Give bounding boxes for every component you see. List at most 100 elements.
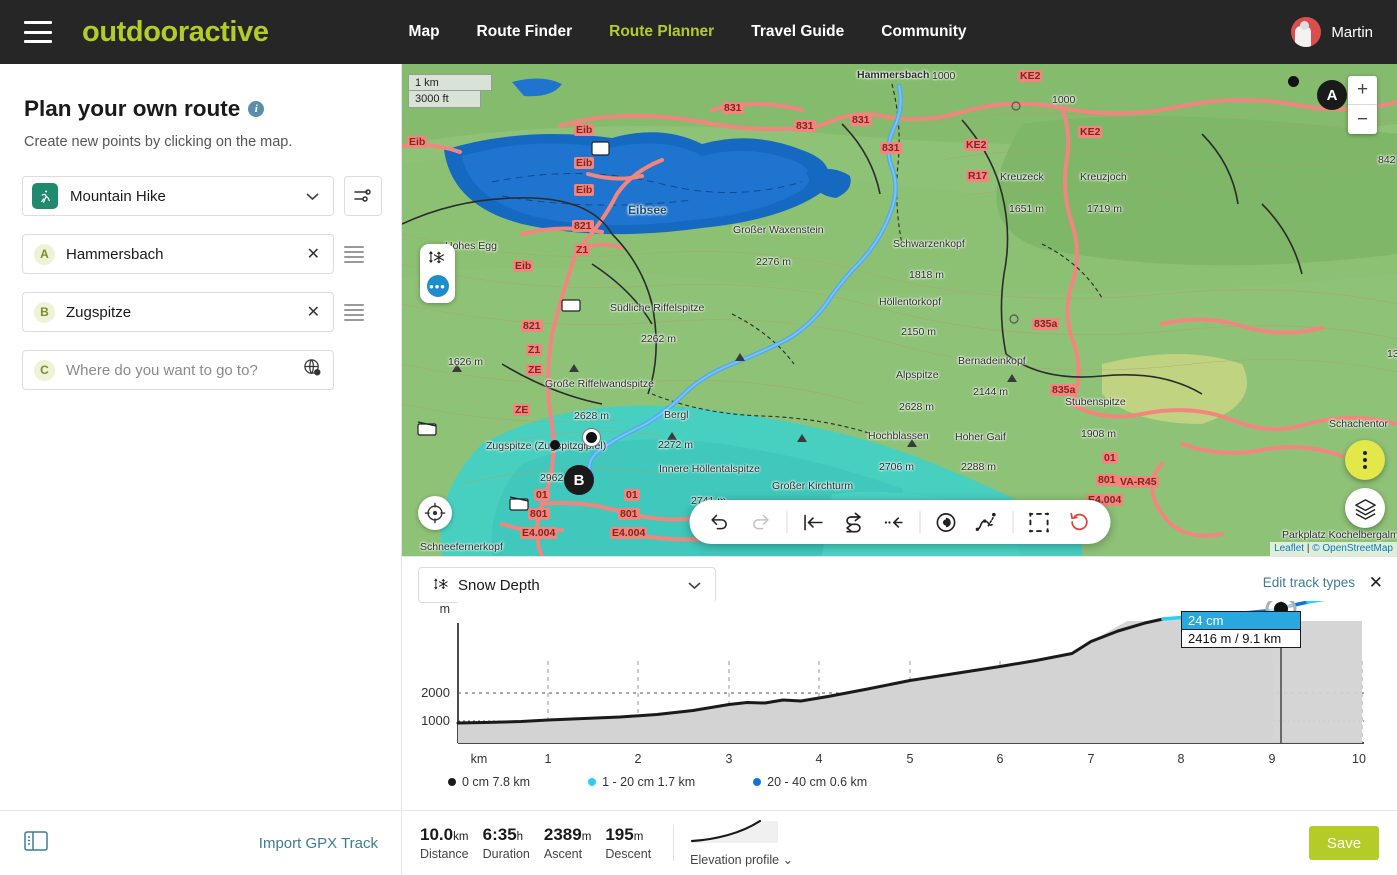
route-sidebar: Plan your own route i Create new points …: [0, 64, 402, 875]
stat-distance: 10.0km Distance: [420, 825, 483, 861]
hiker-icon: [32, 183, 58, 209]
map-label-grosse-riffelwandspitze: Große Riffelwandspitze: [545, 378, 654, 390]
svg-text:4: 4: [816, 752, 823, 766]
nav-item-route-planner[interactable]: Route Planner: [609, 23, 714, 41]
clear-waypoint-a-icon[interactable]: ✕: [307, 244, 320, 264]
hamburger-icon[interactable]: [24, 21, 52, 43]
zoom-in-button[interactable]: +: [1348, 76, 1377, 105]
waypoint-input-b[interactable]: B Zugspitze ✕: [22, 292, 334, 332]
more-options-icon[interactable]: [1345, 440, 1385, 480]
map-road-label-ke2b: KE2: [1078, 126, 1103, 138]
chevron-down-icon: ⌄: [782, 853, 794, 867]
nav-item-community[interactable]: Community: [881, 23, 966, 41]
reverse-route-icon[interactable]: [834, 503, 872, 541]
map-road-label-831a: 831: [722, 102, 744, 114]
user-menu[interactable]: Martin: [1291, 17, 1373, 47]
map-label-schwarzenkopf: Schwarzenkopf: [893, 238, 965, 250]
svg-text:km: km: [471, 752, 488, 766]
nav-item-travel-guide[interactable]: Travel Guide: [751, 23, 844, 41]
map-label-bergl: Bergl: [664, 409, 689, 421]
locate-icon[interactable]: [418, 496, 452, 530]
map-label-hammersbach: Hammersbach: [857, 69, 930, 81]
reset-icon[interactable]: [1060, 503, 1098, 541]
pick-on-map-icon[interactable]: [303, 358, 322, 382]
map-label-bergl-elev2: 2628 m: [899, 401, 935, 413]
scale-metric: 1 km: [408, 74, 492, 91]
map-label-riffelspitze-elev: 2262 m: [641, 333, 677, 345]
map-marker-b[interactable]: B: [564, 465, 594, 495]
map-road-label-eib-2: Eib: [574, 124, 595, 136]
route-summary-bar: 10.0km Distance 6:35h Duration 2389m Asc…: [402, 810, 1397, 875]
sliders-icon[interactable]: [344, 176, 382, 216]
chevron-down-icon: [688, 578, 701, 593]
waypoint-row-a: A Hammersbach ✕: [22, 216, 401, 274]
drag-handle-c-icon: [344, 350, 364, 390]
toolbar-divider-2: [919, 511, 920, 533]
legend-item-20-40cm: 20 - 40 cm 0.6 km: [753, 775, 867, 789]
map-label-hoellentorkopf: Höllentorkopf: [879, 296, 941, 308]
sidebar-footer: Import GPX Track: [0, 810, 402, 875]
stat-duration-value: 6:35: [482, 825, 517, 844]
map-label-hoher-gaif-elev: 2288 m: [961, 461, 997, 473]
brand-logo[interactable]: outdooractive: [82, 16, 269, 49]
waypoint-badge-c: C: [34, 359, 55, 381]
map-label-kreuzjoch-elev: 1719 m: [1087, 203, 1123, 215]
drag-handle-b-icon[interactable]: [344, 292, 364, 332]
page-title-text: Plan your own route: [24, 96, 241, 121]
nav-item-map[interactable]: Map: [409, 23, 440, 41]
import-gpx-link[interactable]: Import GPX Track: [259, 835, 378, 852]
map-label-waxenstein-elev: 2276 m: [756, 256, 792, 268]
panel-toggle-icon[interactable]: [24, 830, 48, 856]
redo-icon[interactable]: [741, 503, 779, 541]
track-type-select[interactable]: Snow Depth: [418, 567, 716, 603]
clear-waypoint-b-icon[interactable]: ✕: [307, 302, 320, 322]
map-label-grosser-waxenstein: Großer Waxenstein: [733, 224, 824, 236]
map-road-label-801: 801: [1096, 474, 1118, 486]
map-zoom-controls: + −: [1348, 76, 1377, 134]
edit-track-types-link[interactable]: Edit track types: [1263, 575, 1355, 590]
map-marker-a[interactable]: A: [1317, 80, 1347, 110]
undo-icon[interactable]: [701, 503, 739, 541]
zoom-out-button[interactable]: −: [1348, 105, 1377, 134]
map-label-bergl-elev: 2272 m: [658, 439, 694, 451]
map-waypoint-dot[interactable]: [583, 429, 600, 446]
preview-icon[interactable]: [927, 503, 965, 541]
move-start-icon[interactable]: [794, 503, 832, 541]
osm-link[interactable]: © OpenStreetMap: [1312, 543, 1393, 554]
save-button[interactable]: Save: [1309, 826, 1379, 860]
map-attribution: Leaflet | © OpenStreetMap: [1270, 542, 1397, 556]
waypoint-input-c[interactable]: C Where do you want to go to?: [22, 350, 334, 390]
more-layers-icon[interactable]: •••: [426, 275, 449, 297]
edit-track-icon[interactable]: [967, 503, 1005, 541]
map-right-controls: [1345, 440, 1385, 528]
drag-handle-a-icon[interactable]: [344, 234, 364, 274]
map-start-dot[interactable]: [1288, 76, 1299, 87]
info-icon[interactable]: i: [248, 101, 265, 117]
map-road-label-va-r45: VA-R45: [1118, 476, 1159, 488]
map-road-label-01c: 01: [624, 489, 640, 501]
snow-depth-icon[interactable]: [429, 250, 446, 268]
map-road-label-eib-3: Eib: [513, 260, 534, 272]
map-label-hoellentorkopf-elev: 2150 m: [901, 326, 937, 338]
close-icon[interactable]: ✕: [1369, 573, 1383, 593]
nav-item-route-finder[interactable]: Route Finder: [477, 23, 573, 41]
waypoint-value-b: Zugspitze: [66, 303, 132, 321]
activity-select[interactable]: Mountain Hike: [22, 176, 334, 216]
waypoint-row-b: B Zugspitze ✕: [22, 274, 401, 332]
leaflet-link[interactable]: Leaflet: [1274, 543, 1304, 554]
map-layers-icon[interactable]: [1345, 488, 1385, 528]
stat-ascent-unit: m: [581, 831, 592, 843]
legend-item-1-20cm: 1 - 20 cm 1.7 km: [588, 775, 695, 789]
waypoint-row-c: C Where do you want to go to?: [22, 332, 401, 390]
map-road-label-835a: 835a: [1032, 318, 1060, 330]
map-label-bernadeinkopf: Bernadeinkopf: [958, 355, 1026, 367]
map-canvas[interactable]: Eibsee Hammersbach Hohes Egg 1626 m Groß…: [402, 64, 1397, 556]
select-area-icon[interactable]: [1020, 503, 1058, 541]
avatar: [1291, 17, 1322, 47]
waypoint-input-a[interactable]: A Hammersbach ✕: [22, 234, 334, 274]
map-label-stubenspitze-elev: 1908 m: [1081, 428, 1117, 440]
map-road-label-831d: 831: [880, 142, 902, 154]
shorten-route-icon[interactable]: [874, 503, 912, 541]
elevation-profile-toggle[interactable]: Elevation profile ⌄: [690, 819, 793, 867]
map-end-dot[interactable]: [550, 440, 560, 450]
